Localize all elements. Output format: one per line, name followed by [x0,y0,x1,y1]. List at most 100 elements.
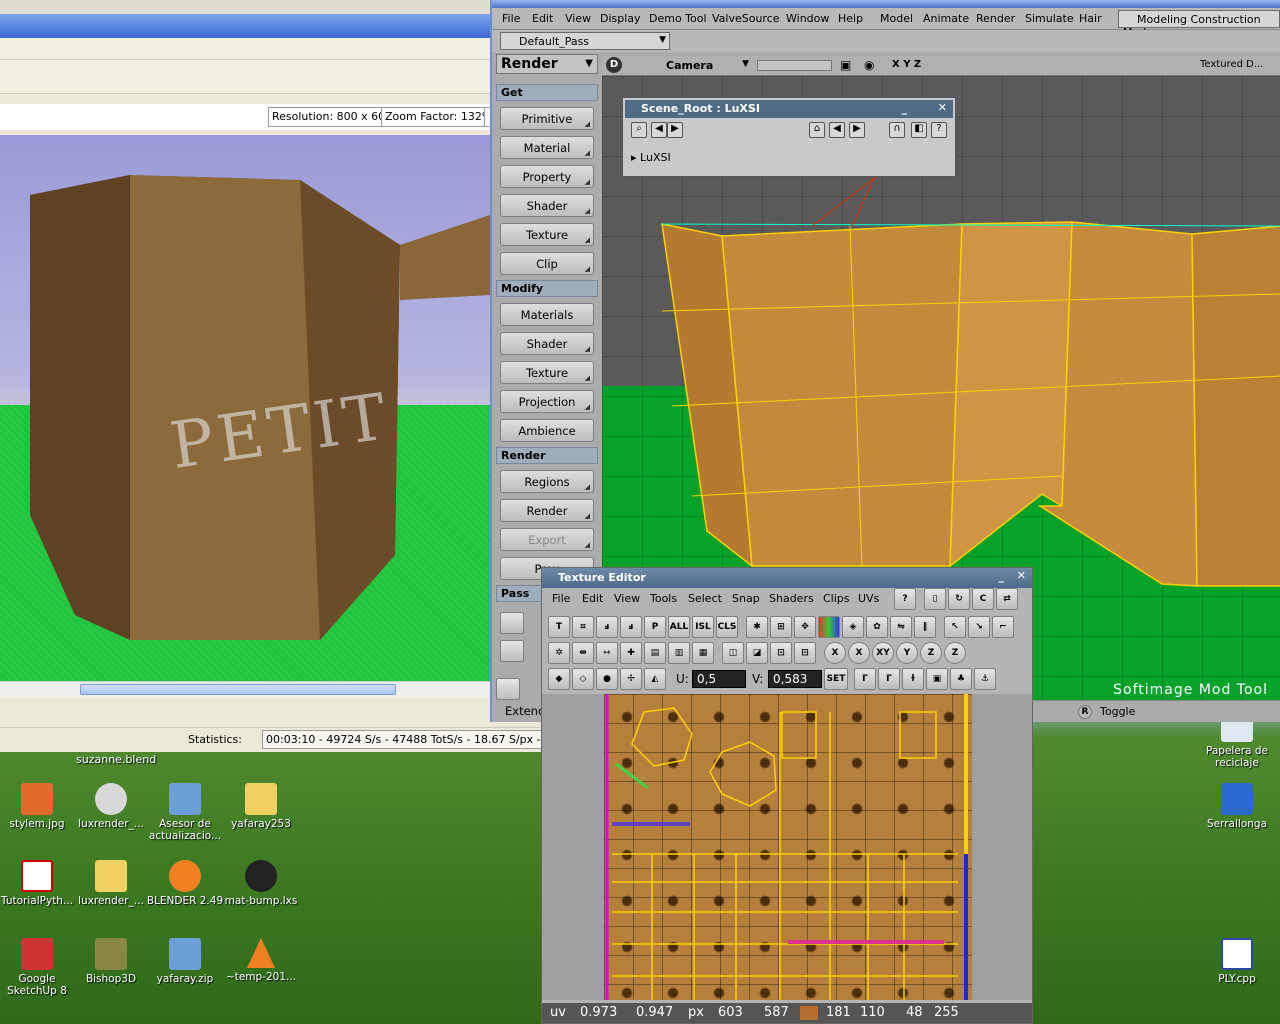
desktop-icon-luxrender-2[interactable]: luxrender_... [72,860,150,907]
relax-icon[interactable]: ◈ [842,616,864,638]
search-icon[interactable]: ⌕ [631,122,647,138]
desktop-icon-asesor[interactable]: Asesor de actualizacio... [146,783,224,842]
desktop-icon-luxrender-1[interactable]: luxrender_... [72,783,150,830]
expand-icon[interactable]: ⇹ [572,642,594,664]
display-mode-label[interactable]: Textured D... [1200,59,1263,70]
snap-u-icon[interactable]: ⅎ [596,616,618,638]
window-titlebar[interactable] [0,14,545,38]
refresh-icon[interactable]: ↻ [948,588,970,610]
fit2-icon[interactable]: ⊟ [794,642,816,664]
set-button[interactable]: SET [824,668,848,690]
clip-icon[interactable]: C [972,588,994,610]
help-icon[interactable]: ? [894,588,916,610]
align3-icon[interactable]: ▦ [692,642,714,664]
view-buttons[interactable] [757,60,832,71]
get-clip-button[interactable]: Clip ◢ [500,252,594,275]
get-material-button[interactable]: Material ◢ [500,136,594,159]
close-icon[interactable]: ✕ [938,101,947,114]
select-island-button[interactable]: ISL [692,616,714,638]
back-icon[interactable]: ◀ [651,122,667,138]
fit-icon[interactable]: ⊡ [770,642,792,664]
menu-demo-tool[interactable]: Demo Tool [649,12,707,25]
magnet-icon[interactable]: ∩ [889,122,905,138]
panel-title[interactable]: Render ▼ [496,54,598,74]
z-minus-icon[interactable]: Z [944,642,966,664]
v-input[interactable] [768,670,822,688]
horizontal-scrollbar[interactable] [0,681,490,697]
flip-icon[interactable]: ⇋ [890,616,912,638]
next-icon[interactable]: ▶ [849,122,865,138]
render-view[interactable]: PETIT [0,135,490,681]
xy-icon[interactable]: XY [872,642,894,664]
get-property-button[interactable]: Property ◢ [500,165,594,188]
cube-icon[interactable]: ◆ [548,668,570,690]
align-icon[interactable]: ▤ [644,642,666,664]
crop-tool-icon[interactable]: ⌗ [572,616,594,638]
pointer-icon[interactable]: ↖ [944,616,966,638]
construction-mode-dropdown[interactable]: Modeling Construction Mode [1118,10,1280,39]
cross-icon[interactable]: ✢ [620,668,642,690]
menu-help[interactable]: Help [838,12,863,25]
pass-dropdown[interactable]: Default_Pass ▼ [500,32,670,50]
texture-editor-title[interactable]: Texture Editor _ ✕ [542,568,1032,588]
move-icon[interactable]: ✥ [794,616,816,638]
add-icon[interactable]: ✚ [620,642,642,664]
unfold-icon[interactable]: ✿ [866,616,888,638]
sphere-icon[interactable]: ● [596,668,618,690]
pointer-move-icon[interactable]: ↘ [968,616,990,638]
forward-icon[interactable]: ▶ [667,122,683,138]
transform-icon[interactable]: ✱ [746,616,768,638]
tex-menu-shaders[interactable]: Shaders [769,592,814,605]
tex-menu-clips[interactable]: Clips [823,592,850,605]
get-texture-button[interactable]: Texture ◢ [500,223,594,246]
prev-icon[interactable]: ◀ [829,122,845,138]
desktop-icon-blender[interactable]: BLENDER 2.49 [146,860,224,907]
tex-menu-edit[interactable]: Edit [582,592,603,605]
camera-icon[interactable]: ▣ [840,58,851,72]
tex-menu-tools[interactable]: Tools [650,592,677,605]
window-titlebar[interactable] [492,0,1280,8]
toggle-button[interactable]: Toggle [1100,705,1135,718]
text-tool-icon[interactable]: T [548,616,570,638]
tex-menu-uvs[interactable]: UVs [858,592,879,605]
uv-editor-canvas[interactable] [604,694,972,1000]
help-icon[interactable]: ? [931,122,947,138]
u-input[interactable] [692,670,746,688]
get-shader-button[interactable]: Shader ◢ [500,194,594,217]
minimize-icon[interactable]: _ [902,102,908,115]
menu-display[interactable]: Display [600,12,641,25]
heal-icon[interactable]: ✲ [548,642,570,664]
x-axis-icon[interactable]: X [824,642,846,664]
color-icon[interactable] [818,616,840,638]
render-regions-button[interactable]: Regions ◢ [500,470,594,493]
modify-ambience-button[interactable]: Ambience [500,419,594,442]
menu-animate[interactable]: Animate [923,12,969,25]
modify-projection-button[interactable]: Projection ◢ [500,390,594,413]
desktop-icon-serrallonga[interactable]: Serrallonga [1198,783,1276,830]
rotate2-icon[interactable]: ◪ [746,642,768,664]
stretch-icon[interactable]: ⇿ [596,642,618,664]
tex-menu-snap[interactable]: Snap [732,592,760,605]
stack-icon[interactable]: ‖ [914,616,936,638]
rotate-right-icon[interactable]: Γ [878,668,900,690]
axes-label[interactable]: X Y Z [892,59,921,70]
pass-tool-icon[interactable] [500,612,524,634]
menu-file[interactable]: File [502,12,520,25]
pin-icon[interactable]: P [644,616,666,638]
x-plus-icon[interactable]: X [848,642,870,664]
pass-tool-icon[interactable] [500,640,524,662]
t-bar-icon[interactable]: ƚ [902,668,924,690]
tex-menu-file[interactable]: File [552,592,570,605]
select-cluster-button[interactable]: CLS [716,616,738,638]
modify-texture-button[interactable]: Texture ◢ [500,361,594,384]
snap-grid-icon[interactable]: ⌐ [992,616,1014,638]
z-axis-icon[interactable]: Z [920,642,942,664]
filter-icon[interactable]: ◧ [911,122,927,138]
menu-model[interactable]: Model [880,12,913,25]
y-axis-icon[interactable]: Y [896,642,918,664]
home-icon[interactable]: ⌂ [809,122,825,138]
scene-explorer-title[interactable]: Scene_Root : LuXSI _ ✕ [625,100,953,118]
eye-icon[interactable]: ◉ [864,58,874,72]
menu-view[interactable]: View [565,12,591,25]
modify-materials-button[interactable]: Materials [500,303,594,326]
